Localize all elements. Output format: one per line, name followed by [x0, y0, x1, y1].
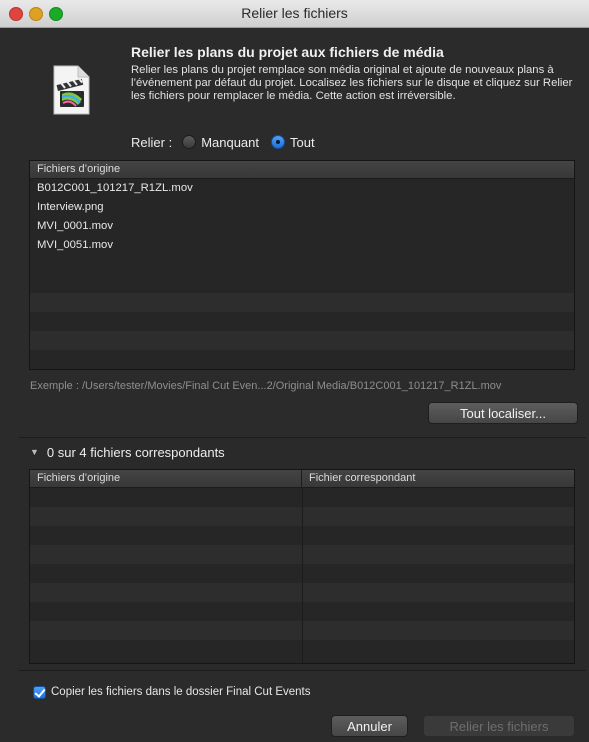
- column-header-match[interactable]: Fichier correspondant: [302, 470, 415, 487]
- column-header-original[interactable]: Fichiers d’origine: [30, 470, 302, 487]
- list-item[interactable]: MVI_0001.mov: [30, 217, 574, 236]
- dialog-heading: Relier les plans du projet aux fichiers …: [131, 44, 444, 60]
- empty-row: [30, 331, 574, 350]
- list-item[interactable]: Interview.png: [30, 198, 574, 217]
- empty-row: [30, 255, 574, 274]
- copy-files-checkbox[interactable]: [33, 685, 46, 699]
- example-path: Exemple : /Users/tester/Movies/Final Cut…: [30, 380, 502, 392]
- disclosure-triangle-icon[interactable]: ▼: [30, 447, 39, 457]
- copy-files-option[interactable]: Copier les fichiers dans le dossier Fina…: [33, 684, 311, 700]
- relink-files-button[interactable]: Relier les fichiers: [423, 715, 575, 737]
- relink-mode-group: Relier : Manquant Tout: [131, 133, 327, 151]
- window-title: Relier les fichiers: [241, 5, 348, 21]
- original-files-header[interactable]: Fichiers d’origine: [30, 161, 574, 179]
- empty-row: [30, 293, 574, 312]
- matched-files-header: Fichiers d’origine Fichier correspondant: [30, 470, 574, 488]
- column-header-original[interactable]: Fichiers d’origine: [30, 161, 120, 178]
- radio-all[interactable]: [271, 135, 286, 149]
- final-cut-document-icon: [48, 63, 94, 117]
- list-item[interactable]: B012C001_101217_R1ZL.mov: [30, 179, 574, 198]
- radio-missing-label[interactable]: Manquant: [201, 135, 259, 150]
- list-item[interactable]: MVI_0051.mov: [30, 236, 574, 255]
- empty-row: [30, 350, 574, 369]
- title-bar: Relier les fichiers: [0, 0, 589, 28]
- column-divider: [302, 488, 303, 663]
- matches-disclosure[interactable]: ▼ 0 sur 4 fichiers correspondants: [30, 444, 225, 460]
- original-files-list[interactable]: Fichiers d’origine B012C001_101217_R1ZL.…: [29, 160, 575, 370]
- matched-files-table[interactable]: Fichiers d’origine Fichier correspondant: [29, 469, 575, 664]
- matches-summary: 0 sur 4 fichiers correspondants: [46, 444, 225, 460]
- matched-files-body: [30, 488, 574, 663]
- empty-row: [30, 274, 574, 293]
- radio-all-label[interactable]: Tout: [290, 135, 315, 150]
- empty-row: [30, 312, 574, 331]
- relink-mode-label: Relier :: [131, 134, 173, 150]
- copy-files-label[interactable]: Copier les fichiers dans le dossier Fina…: [51, 686, 311, 698]
- dialog-description: Relier les plans du projet remplace son …: [131, 64, 573, 102]
- radio-missing[interactable]: [182, 135, 197, 149]
- locate-all-button[interactable]: Tout localiser...: [428, 402, 578, 424]
- cancel-button[interactable]: Annuler: [331, 715, 408, 737]
